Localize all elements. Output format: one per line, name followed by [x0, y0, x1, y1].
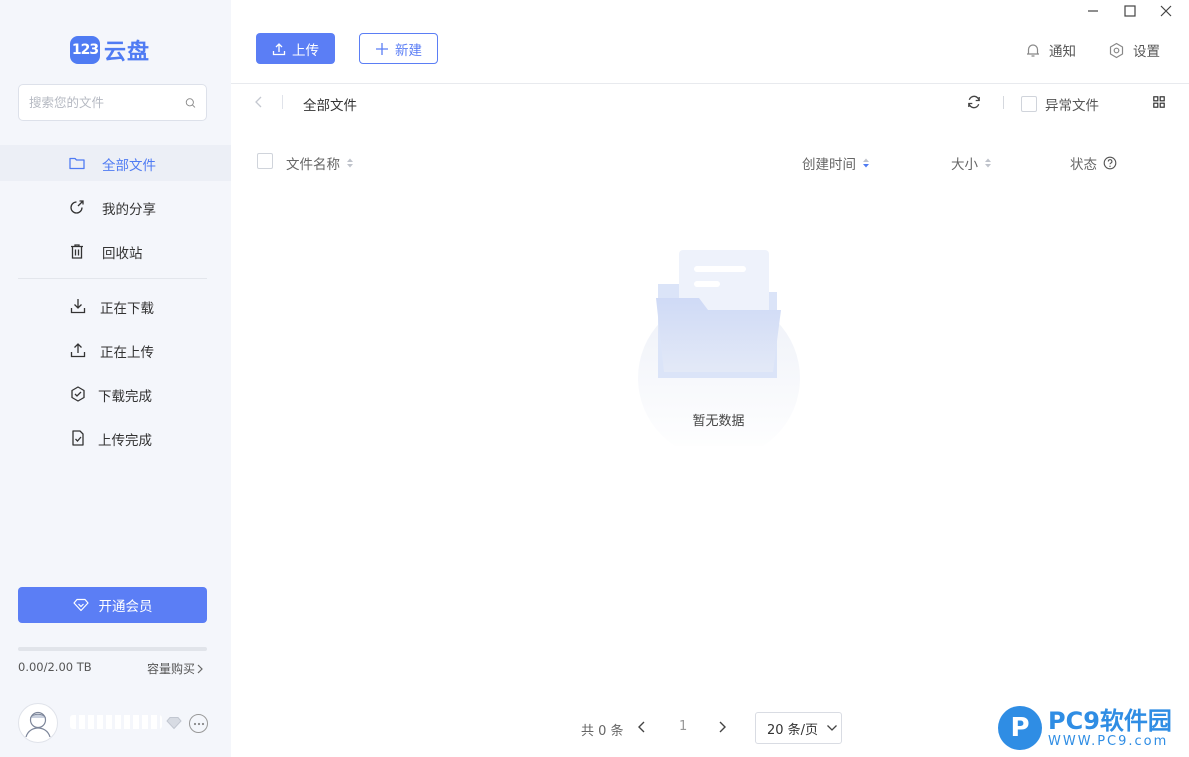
chevron-down-icon	[827, 725, 838, 731]
settings-label: 设置	[1133, 44, 1160, 60]
buy-capacity-label: 容量购买	[147, 662, 196, 676]
select-all-checkbox[interactable]	[257, 153, 273, 169]
refresh-icon[interactable]	[966, 94, 982, 110]
quota-bar	[18, 647, 207, 651]
sidebar-item-label: 上传完成	[98, 433, 152, 449]
sort-icon	[347, 158, 353, 168]
empty-state: 暂无数据	[636, 246, 801, 459]
watermark-title: PC9软件园	[1048, 706, 1172, 735]
plus-icon	[376, 42, 388, 55]
vip-label: 开通会员	[98, 599, 153, 615]
vip-button[interactable]: 开通会员	[18, 587, 207, 623]
diamond-icon	[72, 598, 89, 612]
abnormal-files-checkbox[interactable]: 异常文件	[1021, 94, 1099, 114]
bell-icon	[1027, 44, 1039, 57]
upload-done-icon	[72, 430, 84, 446]
member-diamond-icon	[166, 717, 182, 730]
search-input[interactable]	[29, 95, 185, 110]
sidebar-item-label: 下载完成	[98, 389, 152, 405]
sort-icon	[985, 158, 991, 168]
sidebar-item-label: 我的分享	[102, 202, 156, 218]
breadcrumb-separator	[282, 95, 283, 109]
toolbar-separator	[1003, 96, 1004, 109]
sort-desc-icon	[863, 158, 869, 168]
app-logo: 123 云盘	[70, 34, 150, 66]
sidebar-item-upload-done[interactable]: 上传完成	[0, 420, 231, 456]
column-header-label: 大小	[951, 157, 978, 173]
sidebar-item-uploading[interactable]: 正在上传	[0, 332, 231, 368]
sidebar-item-my-share[interactable]: 我的分享	[0, 189, 231, 225]
column-header-status[interactable]: 状态	[1070, 153, 1117, 173]
upload-button[interactable]: 上传	[256, 33, 335, 64]
upload-label: 上传	[292, 42, 319, 59]
column-header-label: 创建时间	[802, 157, 856, 173]
new-label: 新建	[395, 42, 422, 59]
chevron-right-icon	[197, 664, 203, 673]
logo-text: 云盘	[104, 40, 151, 65]
new-button[interactable]: 新建	[359, 33, 438, 64]
sidebar-item-recycle-bin[interactable]: 回收站	[0, 233, 231, 269]
sidebar-item-label: 回收站	[102, 246, 143, 262]
sidebar-item-label: 正在上传	[100, 345, 154, 361]
page-size-select[interactable]: 20 条/页	[755, 712, 842, 744]
prev-page-icon[interactable]	[637, 720, 647, 734]
buy-capacity-link[interactable]: 容量购买	[147, 660, 205, 677]
download-done-icon	[71, 386, 85, 402]
grid-view-icon[interactable]	[1153, 96, 1165, 108]
more-options-button[interactable]	[189, 714, 208, 733]
trash-icon	[71, 244, 83, 259]
quota-text: 0.00/2.00 TB	[18, 660, 92, 674]
sidebar-item-label: 全部文件	[102, 158, 156, 174]
watermark: P PC9软件园 WWW.PC9.com	[998, 706, 1172, 750]
back-arrow-icon[interactable]	[253, 94, 265, 110]
next-page-icon[interactable]	[717, 720, 727, 734]
watermark-text: PC9软件园 WWW.PC9.com	[1048, 708, 1172, 749]
settings-button[interactable]: 设置	[1108, 40, 1160, 60]
checkbox[interactable]	[257, 153, 273, 169]
page-size-value: 20 条/页	[767, 722, 819, 738]
folder-icon	[69, 157, 85, 170]
empty-text: 暂无数据	[692, 414, 745, 429]
help-icon[interactable]	[1103, 156, 1117, 170]
upload-icon	[70, 343, 86, 358]
logo-mark: 123	[70, 36, 100, 64]
table-header: 文件名称 创建时间 大小 状态	[231, 145, 1189, 179]
column-header-label: 文件名称	[286, 157, 340, 173]
pager-total: 共 0 条	[581, 724, 624, 739]
ellipsis-icon	[193, 722, 204, 725]
sidebar-item-downloading[interactable]: 正在下载	[0, 288, 231, 324]
column-header-size[interactable]: 大小	[951, 153, 992, 173]
gear-icon	[1109, 42, 1124, 58]
download-icon	[70, 299, 86, 314]
column-header-created[interactable]: 创建时间	[802, 153, 870, 173]
search-box	[18, 84, 207, 121]
watermark-url: WWW.PC9.com	[1048, 733, 1169, 749]
notify-label: 通知	[1049, 44, 1076, 60]
breadcrumb-bar: 全部文件 异常文件	[231, 84, 1189, 120]
upload-icon	[272, 42, 286, 55]
sidebar-item-download-done[interactable]: 下载完成	[0, 376, 231, 412]
sidebar-divider	[18, 278, 207, 279]
notify-button[interactable]: 通知	[1025, 40, 1076, 60]
watermark-logo: P	[998, 706, 1042, 750]
avatar[interactable]	[18, 703, 58, 743]
share-icon	[70, 200, 84, 214]
sidebar-item-label: 正在下载	[100, 301, 154, 317]
column-header-label: 状态	[1070, 157, 1097, 173]
search-icon[interactable]	[185, 95, 196, 111]
page-number[interactable]: 1	[679, 719, 687, 734]
username-masked	[70, 715, 162, 729]
avatar-icon	[25, 711, 51, 738]
toolbar: 上传 新建 通知 设置	[231, 0, 1189, 84]
abnormal-files-label: 异常文件	[1045, 98, 1099, 114]
breadcrumb-current[interactable]: 全部文件	[303, 94, 357, 114]
column-header-name[interactable]: 文件名称	[286, 153, 354, 173]
checkbox[interactable]	[1021, 96, 1037, 112]
main-panel: 上传 新建 通知 设置 全部文件 异常文件 文件名称 创建时间 大小 状态 暂无…	[231, 0, 1189, 757]
sidebar: 123 云盘 全部文件 我的分享 回收站 正在下载 正在上传 下载完成 上传完成…	[0, 0, 231, 757]
sidebar-item-all-files[interactable]: 全部文件	[0, 145, 231, 181]
